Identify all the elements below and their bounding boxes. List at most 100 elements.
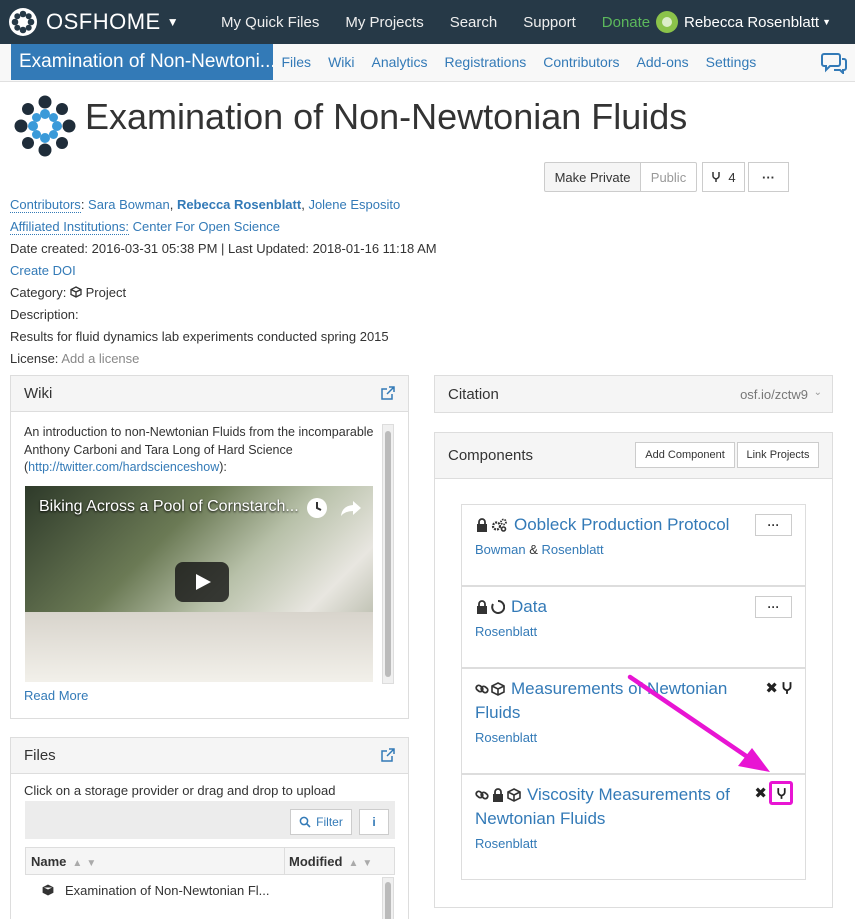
component-title-row: Oobleck Production Protocol bbox=[475, 513, 735, 537]
project-navbar: Examination of Non-Newtoni... Files Wiki… bbox=[0, 44, 855, 82]
nav-support[interactable]: Support bbox=[523, 14, 576, 31]
description-value: Results for fluid dynamics lab experimen… bbox=[10, 329, 389, 344]
filter-button[interactable]: Filter bbox=[290, 809, 352, 835]
author-link[interactable]: Rosenblatt bbox=[475, 836, 537, 851]
external-link-icon[interactable] bbox=[381, 748, 395, 762]
component-title-link[interactable]: Oobleck Production Protocol bbox=[514, 515, 729, 534]
lock-icon bbox=[493, 788, 503, 802]
tab-analytics[interactable]: Analytics bbox=[372, 54, 428, 70]
external-link-icon[interactable] bbox=[381, 386, 395, 400]
component-authors: Bowman & Rosenblatt bbox=[475, 542, 604, 557]
clock-icon[interactable] bbox=[305, 496, 329, 520]
files-panel-header: Files bbox=[11, 738, 408, 774]
project-nav-links: Files Wiki Analytics Registrations Contr… bbox=[273, 44, 765, 80]
caret-down-icon: ▼ bbox=[822, 17, 831, 27]
public-button[interactable]: Public bbox=[640, 162, 697, 192]
user-menu[interactable]: Rebecca Rosenblatt ▼ bbox=[655, 0, 831, 44]
create-doi-line: Create DOI bbox=[10, 260, 610, 282]
video-title[interactable]: Biking Across a Pool of Cornstarch... bbox=[39, 498, 299, 516]
citation-heading: Citation bbox=[448, 385, 499, 403]
remove-link-icon[interactable]: ✖ bbox=[754, 784, 767, 802]
dates-line: Date created: 2016-03-31 05:38 PM | Last… bbox=[10, 241, 437, 256]
project-logo-icon bbox=[14, 95, 76, 157]
read-more-link[interactable]: Read More bbox=[24, 688, 88, 703]
remove-link-icon[interactable]: ✖ bbox=[765, 679, 778, 697]
osf-home-brand[interactable]: OSFHOME ▼ bbox=[0, 0, 179, 44]
contributor-link[interactable]: Rebecca Rosenblatt bbox=[177, 197, 301, 212]
citation-short-link[interactable]: osf.io/zctw9 bbox=[740, 387, 808, 402]
component-card: Oobleck Production Protocol Bowman & Ros… bbox=[461, 504, 806, 586]
info-button[interactable]: i bbox=[359, 809, 389, 835]
wiki-text-after: ): bbox=[219, 460, 227, 474]
author-link[interactable]: Rosenblatt bbox=[475, 624, 537, 639]
component-title-row: Viscosity Measurements of Newtonian Flui… bbox=[475, 783, 735, 831]
files-scrollbar[interactable] bbox=[382, 877, 394, 919]
avatar bbox=[655, 11, 678, 33]
fork-button-highlighted[interactable] bbox=[769, 781, 793, 805]
wiki-panel-header: Wiki bbox=[11, 376, 408, 412]
component-title-link[interactable]: Measurements of Newtonian Fluids bbox=[475, 679, 727, 722]
project-meta: Contributors: Sara Bowman, Rebecca Rosen… bbox=[10, 194, 610, 370]
search-icon bbox=[299, 816, 311, 828]
brand-text: OSFHOME bbox=[46, 9, 161, 34]
wiki-scrollbar[interactable] bbox=[382, 424, 394, 684]
component-more-button[interactable]: ··· bbox=[755, 596, 792, 618]
contributors-label[interactable]: Contributors bbox=[10, 197, 81, 213]
nav-my-projects[interactable]: My Projects bbox=[345, 14, 423, 31]
chevron-down-icon[interactable]: ⌄ bbox=[814, 387, 822, 398]
cube-icon bbox=[70, 286, 82, 298]
fork-count: 4 bbox=[728, 169, 736, 185]
files-upload-hint: Click on a storage provider or drag and … bbox=[24, 783, 336, 798]
share-icon[interactable] bbox=[339, 496, 363, 520]
contributor-link[interactable]: Sara Bowman bbox=[88, 197, 170, 212]
user-name: Rebecca Rosenblatt bbox=[683, 13, 820, 31]
forks-button[interactable]: 4 bbox=[702, 162, 745, 192]
wiki-heading: Wiki bbox=[24, 385, 53, 402]
tab-add-ons[interactable]: Add-ons bbox=[637, 54, 689, 70]
video-scene bbox=[25, 612, 373, 682]
top-nav-links: My Quick Files My Projects Search Suppor… bbox=[208, 0, 663, 44]
column-name[interactable]: Name ▲▼ bbox=[31, 854, 100, 869]
add-license-link[interactable]: Add a license bbox=[61, 351, 139, 366]
wiki-video-embed[interactable]: Biking Across a Pool of Cornstarch... bbox=[25, 486, 373, 682]
column-divider bbox=[284, 848, 285, 874]
lock-icon bbox=[477, 518, 487, 532]
author-separator: & bbox=[529, 542, 538, 557]
tab-wiki[interactable]: Wiki bbox=[328, 54, 354, 70]
more-options-button[interactable]: ··· bbox=[748, 162, 789, 192]
wiki-twitter-link[interactable]: http://twitter.com/hardscienceshow bbox=[28, 460, 219, 474]
wiki-scrollbar-thumb[interactable] bbox=[385, 431, 391, 677]
osf-logo-icon bbox=[9, 8, 37, 36]
project-nav-title[interactable]: Examination of Non-Newtoni... bbox=[11, 44, 273, 80]
play-button[interactable] bbox=[175, 562, 229, 602]
tab-registrations[interactable]: Registrations bbox=[445, 54, 527, 70]
create-doi-link[interactable]: Create DOI bbox=[10, 263, 76, 278]
author-link[interactable]: Bowman bbox=[475, 542, 526, 557]
tab-contributors[interactable]: Contributors bbox=[543, 54, 619, 70]
affiliated-institution-link[interactable]: Center For Open Science bbox=[133, 219, 280, 234]
add-component-button[interactable]: Add Component bbox=[635, 442, 735, 468]
affiliated-label[interactable]: Affiliated Institutions: bbox=[10, 219, 129, 235]
component-more-button[interactable]: ··· bbox=[755, 514, 792, 536]
make-private-button[interactable]: Make Private bbox=[544, 162, 641, 192]
author-link[interactable]: Rosenblatt bbox=[542, 542, 604, 557]
column-modified[interactable]: Modified ▲▼ bbox=[289, 854, 376, 869]
component-title-link[interactable]: Data bbox=[511, 597, 547, 616]
nav-search[interactable]: Search bbox=[450, 14, 498, 31]
sort-arrows-icon[interactable]: ▲▼ bbox=[348, 858, 376, 869]
fork-icon[interactable] bbox=[781, 681, 793, 695]
citation-panel[interactable]: Citation osf.io/zctw9 ⌄ bbox=[434, 375, 833, 413]
table-row[interactable]: Examination of Non-Newtonian Fl... bbox=[25, 878, 381, 904]
sort-arrows-icon[interactable]: ▲▼ bbox=[72, 858, 100, 869]
link-projects-button[interactable]: Link Projects bbox=[737, 442, 819, 468]
component-authors: Rosenblatt bbox=[475, 624, 537, 639]
tab-files[interactable]: Files bbox=[282, 54, 312, 70]
nav-donate[interactable]: Donate bbox=[602, 14, 650, 31]
author-link[interactable]: Rosenblatt bbox=[475, 730, 537, 745]
files-scrollbar-thumb[interactable] bbox=[385, 882, 391, 919]
comments-icon[interactable] bbox=[821, 52, 847, 74]
nav-my-quick-files[interactable]: My Quick Files bbox=[221, 14, 319, 31]
files-panel: Files Click on a storage provider or dra… bbox=[10, 737, 409, 919]
contributor-link[interactable]: Jolene Esposito bbox=[308, 197, 400, 212]
tab-settings[interactable]: Settings bbox=[706, 54, 757, 70]
